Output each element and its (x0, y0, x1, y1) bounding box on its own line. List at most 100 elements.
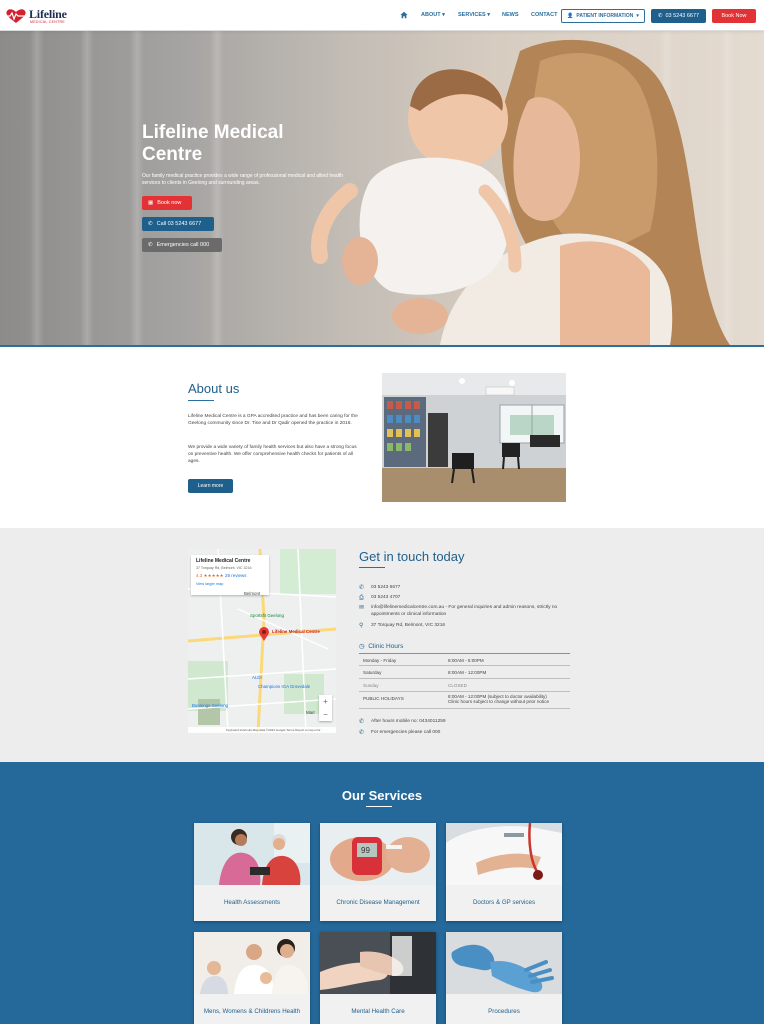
emergencies-text: For emergencies please call 000 (371, 730, 441, 735)
service-card-mens-womens-childrens[interactable]: Mens, Womens & Childrens Health (194, 932, 310, 1024)
hours-day: PUBLIC HOLIDAYS (363, 696, 404, 701)
hero-emergencies-label: Emergencies call 000 (156, 242, 210, 248)
nav-about-label: ABOUT (421, 12, 441, 18)
curtain-fold (30, 31, 44, 345)
logo[interactable]: Lifeline MEDICAL CENTRE (4, 5, 74, 27)
family-image (194, 932, 310, 994)
contact-section: Lifeline Medical Centre 37 Torquay Rd, B… (0, 528, 764, 762)
header-book-now-button[interactable]: Book Now (712, 9, 756, 23)
nav-services-label: SERVICES (458, 12, 486, 18)
phone-icon: ✆ (359, 719, 365, 725)
reviews-link[interactable]: 28 reviews (225, 573, 247, 578)
hero-book-now-button[interactable]: ▦ Book now (142, 196, 192, 210)
google-map[interactable]: Lifeline Medical Centre 37 Torquay Rd, B… (188, 549, 336, 733)
doctor-stethoscope-image (446, 823, 562, 885)
hours-row: Monday - Friday 8:00AM - 5:00PM (359, 653, 570, 666)
hours-day: Sunday (363, 683, 379, 688)
map-place-name: Lifeline Medical Centre (196, 558, 251, 564)
user-icon: 👤 (567, 13, 574, 19)
envelope-icon: ✉ (359, 605, 365, 611)
hours-day: Saturday (363, 670, 382, 675)
map-place-address: 37 Torquay Rd, Belmont, VIC 3216 (196, 566, 252, 570)
contact-fax-text: 03 5243 4707 (371, 595, 401, 600)
map-label: Sportsfit Geelong (250, 613, 284, 618)
patient-information-button[interactable]: 👤 PATIENT INFORMATION ▾ (561, 9, 645, 23)
hours-time: 8:00AM - 12:00PM (448, 670, 487, 675)
service-card-label: Mental Health Care (351, 1008, 405, 1015)
map-label: Marr (306, 710, 316, 715)
services-title: Our Services (341, 788, 423, 803)
hero-description: Our family medical practice provides a w… (142, 173, 343, 186)
chevron-down-icon: ▾ (636, 13, 639, 19)
hero-book-now-label: Book now (157, 200, 182, 206)
hours-time: 8:00AM - 5:00PM (448, 658, 484, 663)
map-label: Belmont (244, 591, 261, 596)
map-pin-icon (259, 627, 269, 641)
map-label: Lifeline Medical Centre (272, 629, 320, 634)
about-title: About us (188, 381, 240, 396)
logo-subtitle: MEDICAL CENTRE (30, 20, 65, 24)
hours-time: 8:00AM - 12:00PM (subject to doctor avai… (448, 694, 549, 705)
curtain-fold (80, 31, 94, 345)
map-place-card: Lifeline Medical Centre 37 Torquay Rd, B… (191, 555, 269, 595)
location-pin-icon: ⚲ (359, 623, 364, 629)
hero-emergencies-button[interactable]: ✆ Emergencies call 000 (142, 238, 222, 252)
glucose-meter-image: 99 (320, 823, 436, 885)
map-rating: 4.3 ★★★★★ 28 reviews (196, 573, 246, 579)
curtain-fold (130, 31, 144, 345)
contact-address-text: 37 Torquay Rd, Belmont, VIC 3216 (371, 623, 446, 628)
hero-call-label: Call 03 5243 6677 (156, 221, 202, 227)
phone-icon: ✆ (359, 730, 365, 736)
about-paragraph: Lifeline Medical Centre is a GPA accredi… (188, 414, 358, 426)
fax-icon: ⎙ (359, 595, 364, 601)
map-zoom-controls[interactable]: + − (319, 695, 332, 721)
nav-news[interactable]: NEWS (502, 12, 519, 18)
contact-title: Get in touch today (359, 549, 465, 564)
service-card-mental-health[interactable]: Mental Health Care (320, 932, 436, 1024)
hours-time-main: 8:00AM - 12:00PM (subject to doctor avai… (448, 694, 547, 699)
service-card-health-assessments[interactable]: Health Assessments (194, 823, 310, 921)
phone-icon: ✆ (148, 221, 153, 227)
after-hours-text: After hours mobile no: 0434011259 (371, 719, 446, 724)
zoom-in-icon[interactable]: + (323, 697, 328, 706)
health-assessment-image (194, 823, 310, 885)
service-card-chronic-disease[interactable]: 99 Chronic Disease Management (320, 823, 436, 921)
home-icon[interactable] (400, 11, 408, 19)
site-header: Lifeline MEDICAL CENTRE ABOUT ▾ SERVICES… (0, 0, 764, 31)
contact-email-text: info@lifelinemedicalcentre.com.au - For … (371, 605, 558, 617)
patient-information-label: PATIENT INFORMATION (576, 13, 634, 19)
hours-note: Clinic hours subject to change without p… (448, 699, 550, 705)
gloves-image (446, 932, 562, 994)
clock-icon: ◷ (359, 643, 365, 650)
header-phone-button[interactable]: ✆ 03 5243 6677 (651, 9, 706, 23)
title-underline (366, 806, 392, 807)
hours-row: Sunday CLOSED (359, 679, 570, 692)
view-larger-map-link[interactable]: View larger map (196, 582, 223, 586)
star-rating-icon: ★★★★★ (203, 573, 224, 578)
holding-hands-image (320, 932, 436, 994)
service-card-doctors-gp[interactable]: Doctors & GP services (446, 823, 562, 921)
service-card-procedures[interactable]: Procedures (446, 932, 562, 1024)
phone-icon: ✆ (148, 242, 153, 248)
phone-icon: ✆ (359, 585, 365, 591)
contact-phone-text: 03 5243 6677 (371, 585, 401, 590)
title-underline (359, 567, 385, 568)
learn-more-button[interactable]: Learn more (188, 479, 233, 493)
chevron-down-icon: ▾ (487, 12, 491, 18)
service-card-label: Mens, Womens & Childrens Health (203, 1008, 301, 1015)
map-label: Champions IGA Grovedale (258, 684, 311, 689)
nav-about[interactable]: ABOUT ▾ (421, 12, 445, 18)
hero-call-button[interactable]: ✆ Call 03 5243 6677 (142, 217, 214, 231)
zoom-out-icon[interactable]: − (323, 710, 328, 719)
services-section: Our Services Health Assessments 99 Chron… (0, 762, 764, 1024)
nav-services[interactable]: SERVICES ▾ (458, 12, 490, 18)
chevron-down-icon: ▾ (442, 12, 445, 18)
map-label: Bunnings Geelong (192, 703, 229, 708)
nav-contact[interactable]: CONTACT (531, 12, 557, 18)
clinic-hours-title: ◷ Clinic Hours (359, 642, 403, 650)
hero-section: Lifeline Medical Centre Our family medic… (0, 31, 764, 345)
hours-row: PUBLIC HOLIDAYS 8:00AM - 12:00PM (subjec… (359, 692, 570, 709)
map-footer: Keyboard shortcuts Map data ©2024 Google… (188, 727, 336, 733)
about-section: About us Lifeline Medical Centre is a GP… (0, 345, 764, 528)
clinic-hours-label: Clinic Hours (368, 643, 404, 650)
